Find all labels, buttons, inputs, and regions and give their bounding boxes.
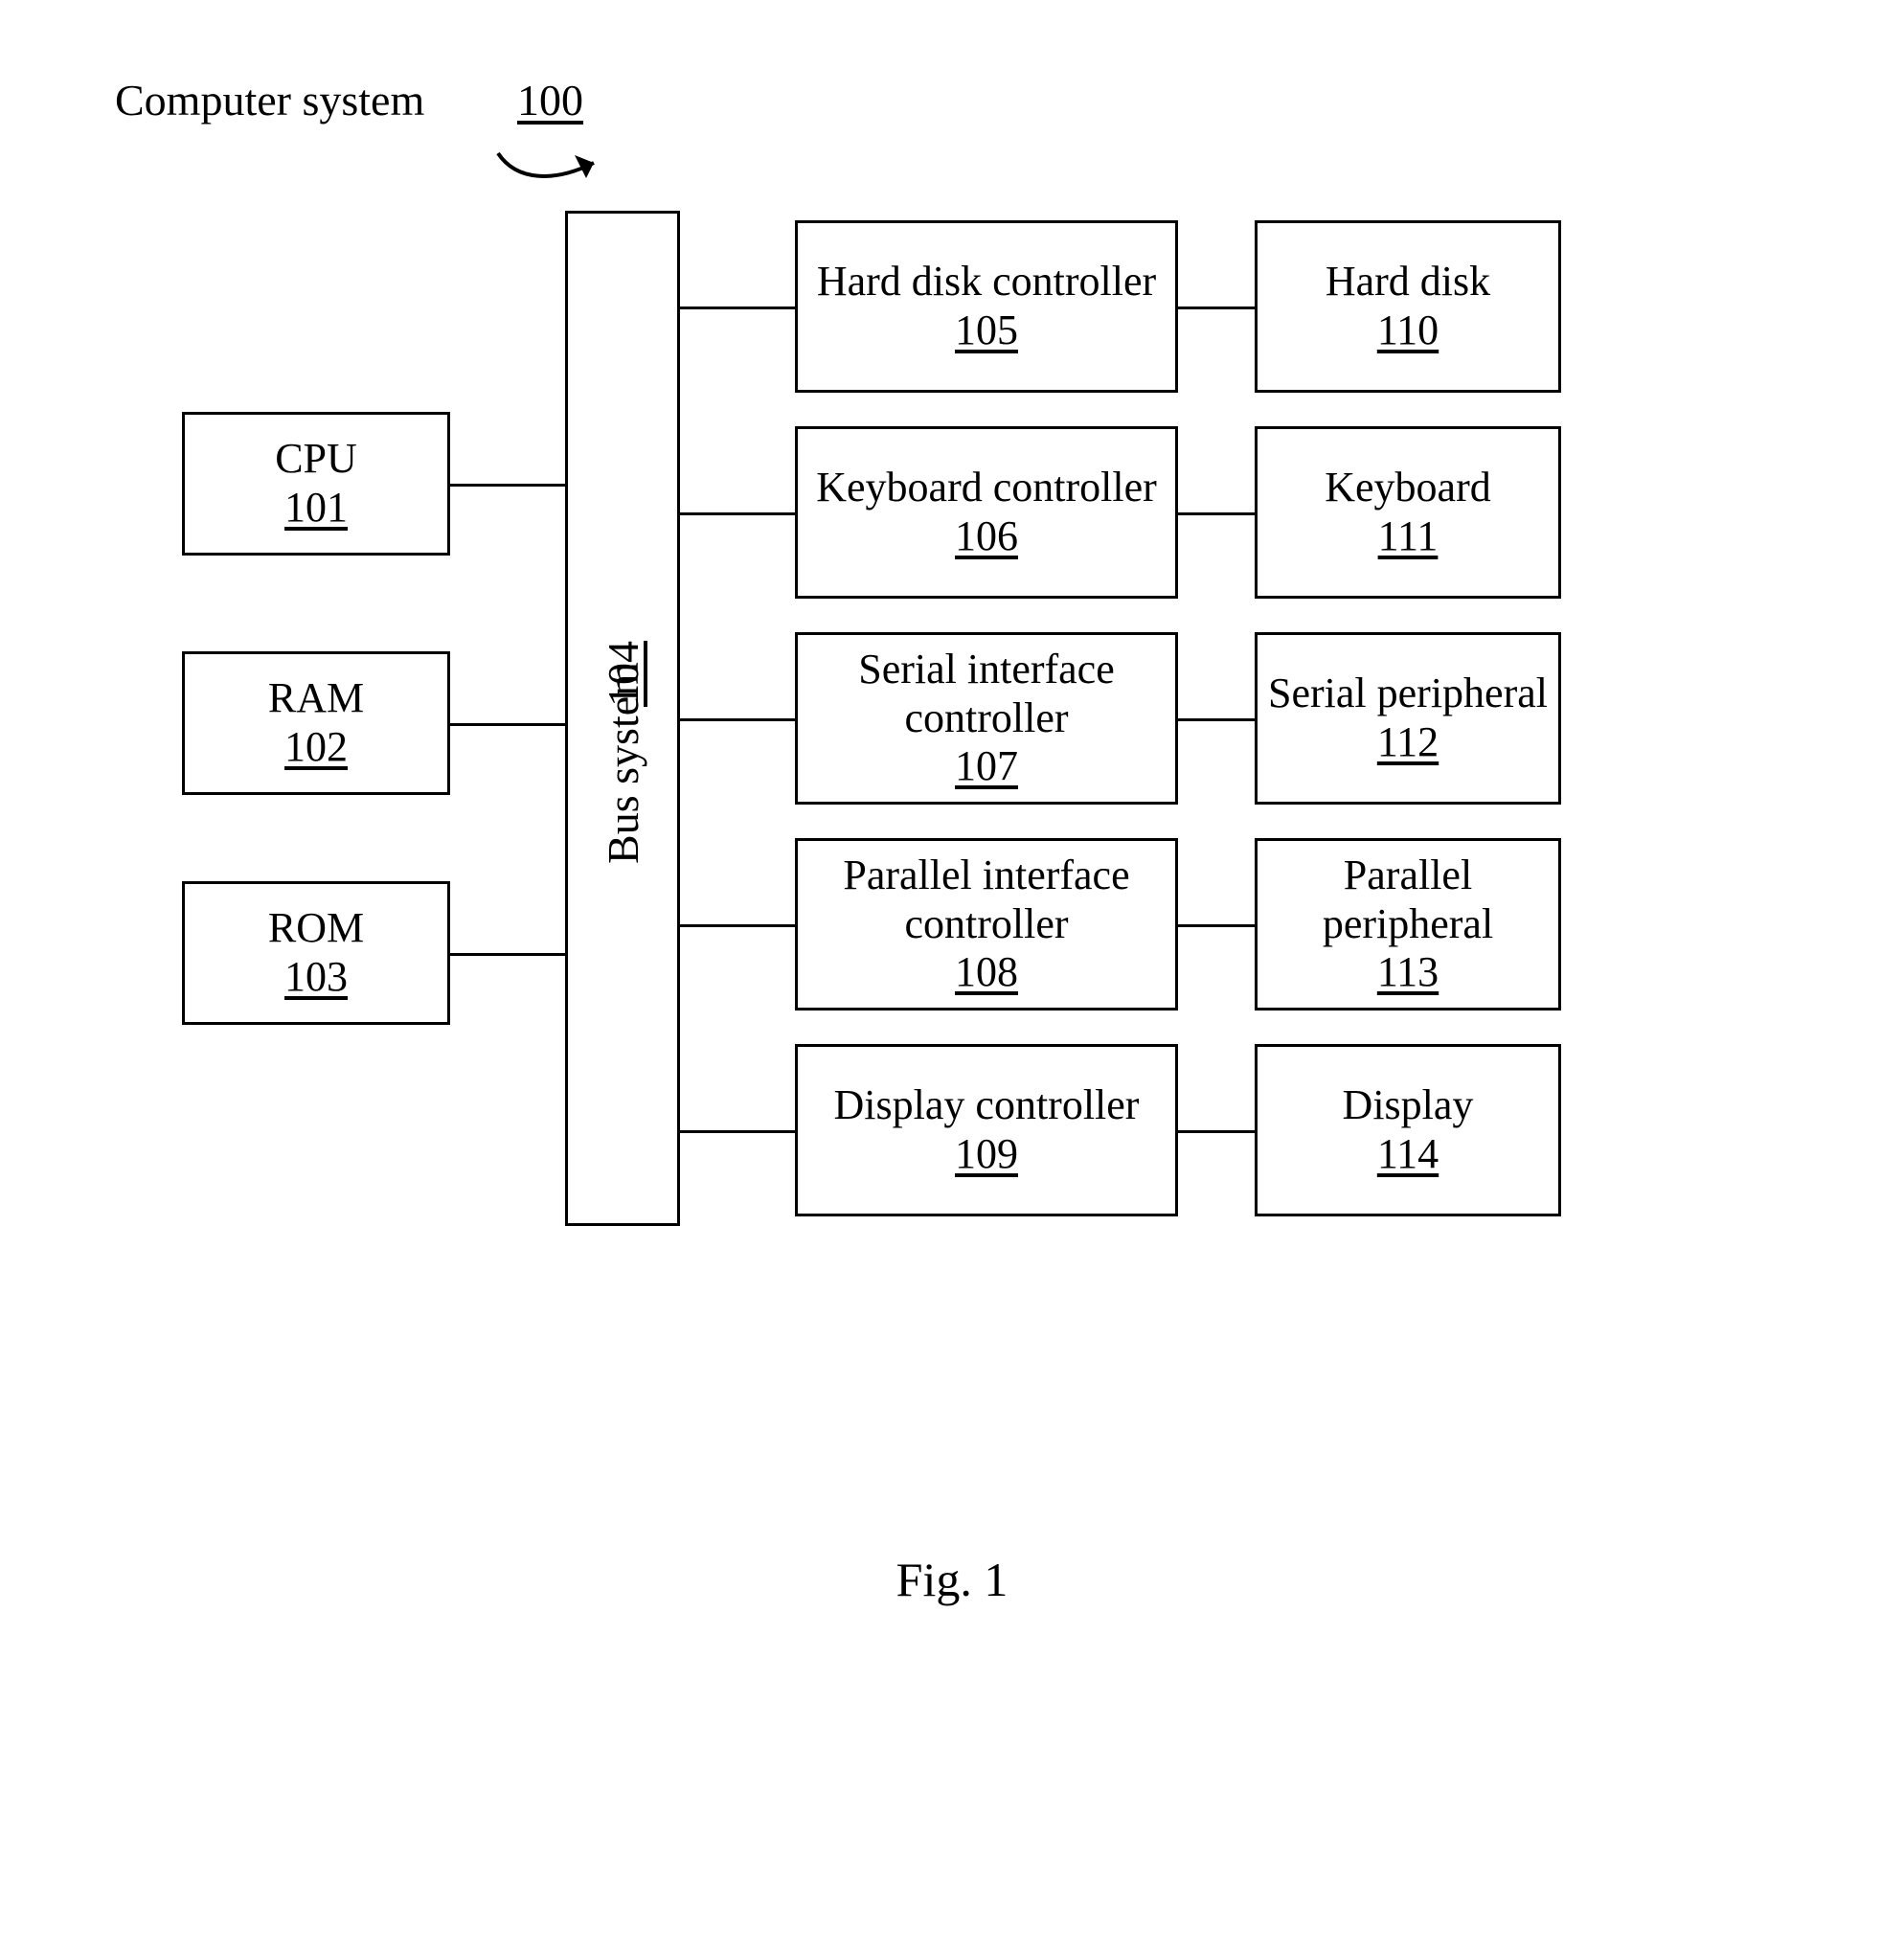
keyboard-controller-block: Keyboard controller 106 [795, 426, 1178, 599]
cpu-ref: 101 [284, 484, 348, 533]
connector-line [1178, 307, 1255, 309]
rom-label: ROM [268, 904, 364, 953]
connector-line [680, 718, 795, 721]
diagram-title-ref: 100 [517, 75, 583, 125]
connector-line [680, 307, 795, 309]
display-controller-ref: 109 [955, 1130, 1018, 1179]
hdd-controller-label: Hard disk controller [817, 258, 1156, 307]
serial-controller-ref: 107 [955, 742, 1018, 791]
cpu-block: CPU 101 [182, 412, 450, 556]
parallel-controller-ref: 108 [955, 948, 1018, 997]
connector-line [1178, 718, 1255, 721]
rom-block: ROM 103 [182, 881, 450, 1025]
parallel-device-ref: 113 [1377, 948, 1439, 997]
connector-line [450, 953, 565, 956]
ram-block: RAM 102 [182, 651, 450, 795]
connector-line [1178, 1130, 1255, 1133]
keyboard-controller-ref: 106 [955, 512, 1018, 561]
hdd-controller-ref: 105 [955, 307, 1018, 355]
connector-line [450, 723, 565, 726]
parallel-device-block: Parallel peripheral 113 [1255, 838, 1561, 1011]
rom-ref: 103 [284, 953, 348, 1002]
connector-line [1178, 512, 1255, 515]
serial-device-block: Serial peripheral 112 [1255, 632, 1561, 805]
serial-controller-block: Serial interface controller 107 [795, 632, 1178, 805]
keyboard-device-label: Keyboard [1325, 464, 1491, 512]
diagram-canvas: Computer system 100 104 Bus system CPU 1… [0, 0, 1904, 1953]
bus-block: 104 Bus system [565, 211, 680, 1226]
connector-line [680, 512, 795, 515]
hdd-device-block: Hard disk 110 [1255, 220, 1561, 393]
parallel-controller-label: Parallel interface controller [804, 852, 1169, 948]
keyboard-device-ref: 111 [1378, 512, 1439, 561]
hdd-device-ref: 110 [1377, 307, 1439, 355]
parallel-controller-block: Parallel interface controller 108 [795, 838, 1178, 1011]
serial-controller-label: Serial interface controller [804, 646, 1169, 742]
diagram-title-text: Computer system [115, 75, 424, 125]
keyboard-controller-label: Keyboard controller [816, 464, 1157, 512]
title-arrow-icon [479, 125, 632, 201]
figure-caption: Fig. 1 [896, 1552, 1009, 1607]
keyboard-device-block: Keyboard 111 [1255, 426, 1561, 599]
display-controller-label: Display controller [834, 1081, 1140, 1130]
hdd-controller-block: Hard disk controller 105 [795, 220, 1178, 393]
display-device-label: Display [1343, 1081, 1474, 1130]
display-device-block: Display 114 [1255, 1044, 1561, 1216]
bus-label: Bus system [598, 662, 648, 864]
connector-line [680, 1130, 795, 1133]
cpu-label: CPU [275, 435, 357, 484]
display-controller-block: Display controller 109 [795, 1044, 1178, 1216]
ram-ref: 102 [284, 723, 348, 772]
connector-line [1178, 924, 1255, 927]
connector-line [450, 484, 565, 487]
ram-label: RAM [268, 674, 364, 723]
serial-device-ref: 112 [1377, 718, 1439, 767]
serial-device-label: Serial peripheral [1268, 670, 1548, 718]
parallel-device-label: Parallel peripheral [1263, 852, 1553, 948]
display-device-ref: 114 [1377, 1130, 1439, 1179]
hdd-device-label: Hard disk [1326, 258, 1490, 307]
connector-line [680, 924, 795, 927]
